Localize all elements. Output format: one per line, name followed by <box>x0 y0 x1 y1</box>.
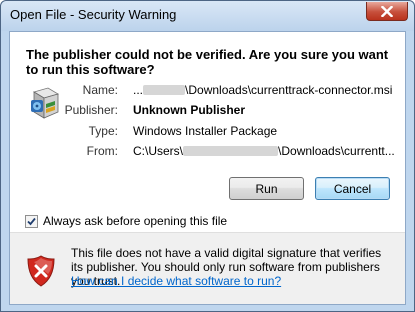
window-title: Open File - Security Warning <box>10 7 177 22</box>
from-prefix: C:\Users\ <box>133 144 184 158</box>
warning-panel: This file does not have a valid digital … <box>10 232 405 304</box>
type-label: Type: <box>88 124 118 138</box>
from-row: From: C:\Users\ \Downloads\currentt... <box>10 144 405 160</box>
checkmark-icon <box>27 217 36 225</box>
redacted-username <box>143 85 186 95</box>
run-button[interactable]: Run <box>229 177 304 200</box>
always-ask-checkbox-row[interactable]: Always ask before opening this file <box>25 213 227 229</box>
type-row: Type: Windows Installer Package <box>10 124 405 140</box>
always-ask-label[interactable]: Always ask before opening this file <box>43 214 227 228</box>
warning-headline: The publisher could not be verified. Are… <box>26 47 389 77</box>
always-ask-checkbox[interactable] <box>25 214 38 228</box>
dialog-body: The publisher could not be verified. Are… <box>9 31 406 305</box>
publisher-value: Unknown Publisher <box>133 103 246 117</box>
name-prefix: ... <box>133 83 144 97</box>
redacted-username <box>183 146 279 156</box>
from-value: C:\Users\ \Downloads\currentt... <box>133 144 395 158</box>
shield-error-icon <box>27 255 55 287</box>
name-value: ... \Downloads\currenttrack-connector.msi <box>133 83 392 97</box>
close-icon <box>381 5 393 17</box>
publisher-label: Publisher: <box>64 103 118 117</box>
publisher-row: Publisher: Unknown Publisher <box>10 103 405 119</box>
title-bar[interactable]: Open File - Security Warning <box>1 1 414 31</box>
dialog-window: Open File - Security Warning The publish… <box>0 0 415 312</box>
help-link[interactable]: How can I decide what software to run? <box>71 274 281 288</box>
close-button[interactable] <box>366 2 408 21</box>
name-label: Name: <box>82 83 118 97</box>
details-panel: The publisher could not be verified. Are… <box>10 32 405 229</box>
cancel-button[interactable]: Cancel <box>315 177 390 200</box>
name-row: Name: ... \Downloads\currenttrack-connect… <box>10 83 405 99</box>
name-suffix: \Downloads\currenttrack-connector.msi <box>185 83 393 97</box>
type-value: Windows Installer Package <box>133 124 278 138</box>
from-suffix: \Downloads\currentt... <box>278 144 395 158</box>
from-label: From: <box>86 144 118 158</box>
